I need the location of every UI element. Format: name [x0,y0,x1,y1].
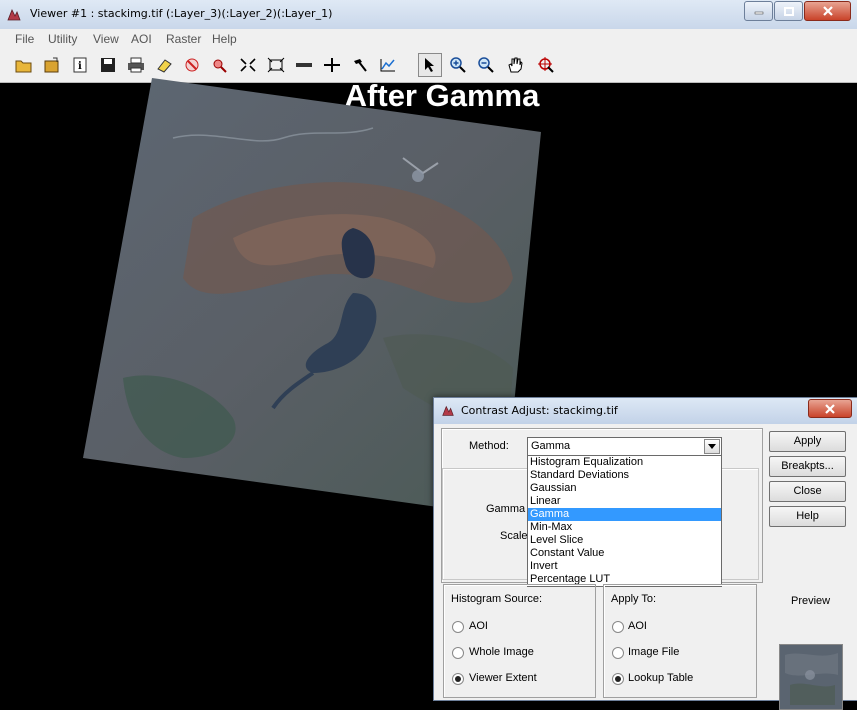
window-controls [744,1,851,21]
apply-lookup-table-label[interactable]: Lookup Table [628,672,693,684]
apply-aoi-radio[interactable] [612,621,624,633]
menu-raster[interactable]: Raster [166,32,201,46]
apply-to-label: Apply To: [611,593,657,605]
svg-text:i: i [78,61,82,72]
contrast-adjust-dialog: Contrast Adjust: stackimg.tif Method: Ga… [433,397,857,710]
dialog-titlebar[interactable]: Contrast Adjust: stackimg.tif [434,398,857,424]
method-option[interactable]: Invert [528,560,721,573]
help-button[interactable]: Help [769,506,846,527]
dialog-title: Contrast Adjust: stackimg.tif [461,404,618,417]
method-option[interactable]: Gaussian [528,482,721,495]
close-button[interactable] [804,1,851,21]
apply-to-group: Apply To: AOI Image File Lookup Table [603,584,757,698]
method-option[interactable]: Histogram Equalization [528,456,721,469]
window-title: Viewer #1 : stackimg.tif (:Layer_3)(:Lay… [30,7,333,20]
apply-lookup-table-radio[interactable] [612,673,624,685]
method-dropdown-list: Histogram Equalization Standard Deviatio… [527,455,722,587]
zoom-in-icon[interactable] [448,55,468,75]
dialog-close-button[interactable] [808,399,852,418]
menu-aoi[interactable]: AOI [131,32,152,46]
chevron-down-icon[interactable] [704,439,720,454]
close-icon [825,403,835,414]
menu-bar: File Utility View AOI Raster Help [0,29,857,49]
menu-file[interactable]: File [15,32,34,46]
method-option[interactable]: Level Slice [528,534,721,547]
inquire-icon[interactable] [210,55,230,75]
window-titlebar[interactable]: Viewer #1 : stackimg.tif (:Layer_3)(:Lay… [0,0,857,30]
histogram-aoi-radio[interactable] [452,621,464,633]
minimize-button[interactable] [744,1,773,21]
print-icon[interactable] [126,55,146,75]
apply-image-file-label[interactable]: Image File [628,646,679,658]
clear-icon[interactable] [182,55,202,75]
fit-icon[interactable] [238,55,258,75]
method-label: Method: [469,440,509,452]
dialog-body: Method: Gamma Scale Gamma Histogram Equa… [439,426,853,710]
pan-hand-icon[interactable] [505,55,525,75]
preview-thumbnail [779,644,843,710]
apply-button[interactable]: Apply [769,431,846,452]
apply-image-file-radio[interactable] [612,647,624,659]
info-icon[interactable]: i [70,55,90,75]
menu-utility[interactable]: Utility [48,32,77,46]
erdas-app-icon [6,7,22,23]
close-icon [822,6,833,16]
method-option[interactable]: Constant Value [528,547,721,560]
breakpoints-button[interactable]: Breakpts... [769,456,846,477]
scale-icon[interactable] [266,55,286,75]
eraser-icon[interactable] [154,55,174,75]
save-icon[interactable] [98,55,118,75]
maximize-button[interactable] [774,1,803,21]
histogram-viewer-extent-radio[interactable] [452,673,464,685]
open-icon[interactable] [14,55,34,75]
minimize-icon [754,11,763,15]
method-option[interactable]: Standard Deviations [528,469,721,482]
method-option[interactable]: Min-Max [528,521,721,534]
roam-icon[interactable] [536,55,556,75]
apply-aoi-label[interactable]: AOI [628,620,647,632]
histogram-viewer-extent-label[interactable]: Viewer Extent [469,672,537,684]
maximize-icon [783,6,794,16]
menu-help[interactable]: Help [212,32,237,46]
histogram-whole-image-label[interactable]: Whole Image [469,646,534,658]
method-select[interactable]: Gamma [527,437,722,456]
preview-label: Preview [791,595,831,607]
method-select-value: Gamma [531,440,571,452]
method-option-selected[interactable]: Gamma [528,508,721,521]
method-option[interactable]: Linear [528,495,721,508]
histogram-source-label: Histogram Source: [451,593,543,605]
crosshair-icon[interactable] [322,55,342,75]
close-dialog-button[interactable]: Close [769,481,846,502]
histogram-whole-image-radio[interactable] [452,647,464,659]
measure-icon[interactable] [294,55,314,75]
erdas-dialog-icon [441,404,455,418]
menu-view[interactable]: View [93,32,119,46]
hammer-icon[interactable] [350,55,370,75]
new-icon[interactable] [42,55,62,75]
histogram-source-group: Histogram Source: AOI Whole Image Viewer… [443,584,596,698]
histogram-aoi-label[interactable]: AOI [469,620,488,632]
zoom-out-icon[interactable] [476,55,496,75]
select-arrow-icon[interactable] [418,53,442,77]
method-panel: Method: Gamma Scale Gamma Histogram Equa… [441,428,763,587]
profile-icon[interactable] [378,55,398,75]
